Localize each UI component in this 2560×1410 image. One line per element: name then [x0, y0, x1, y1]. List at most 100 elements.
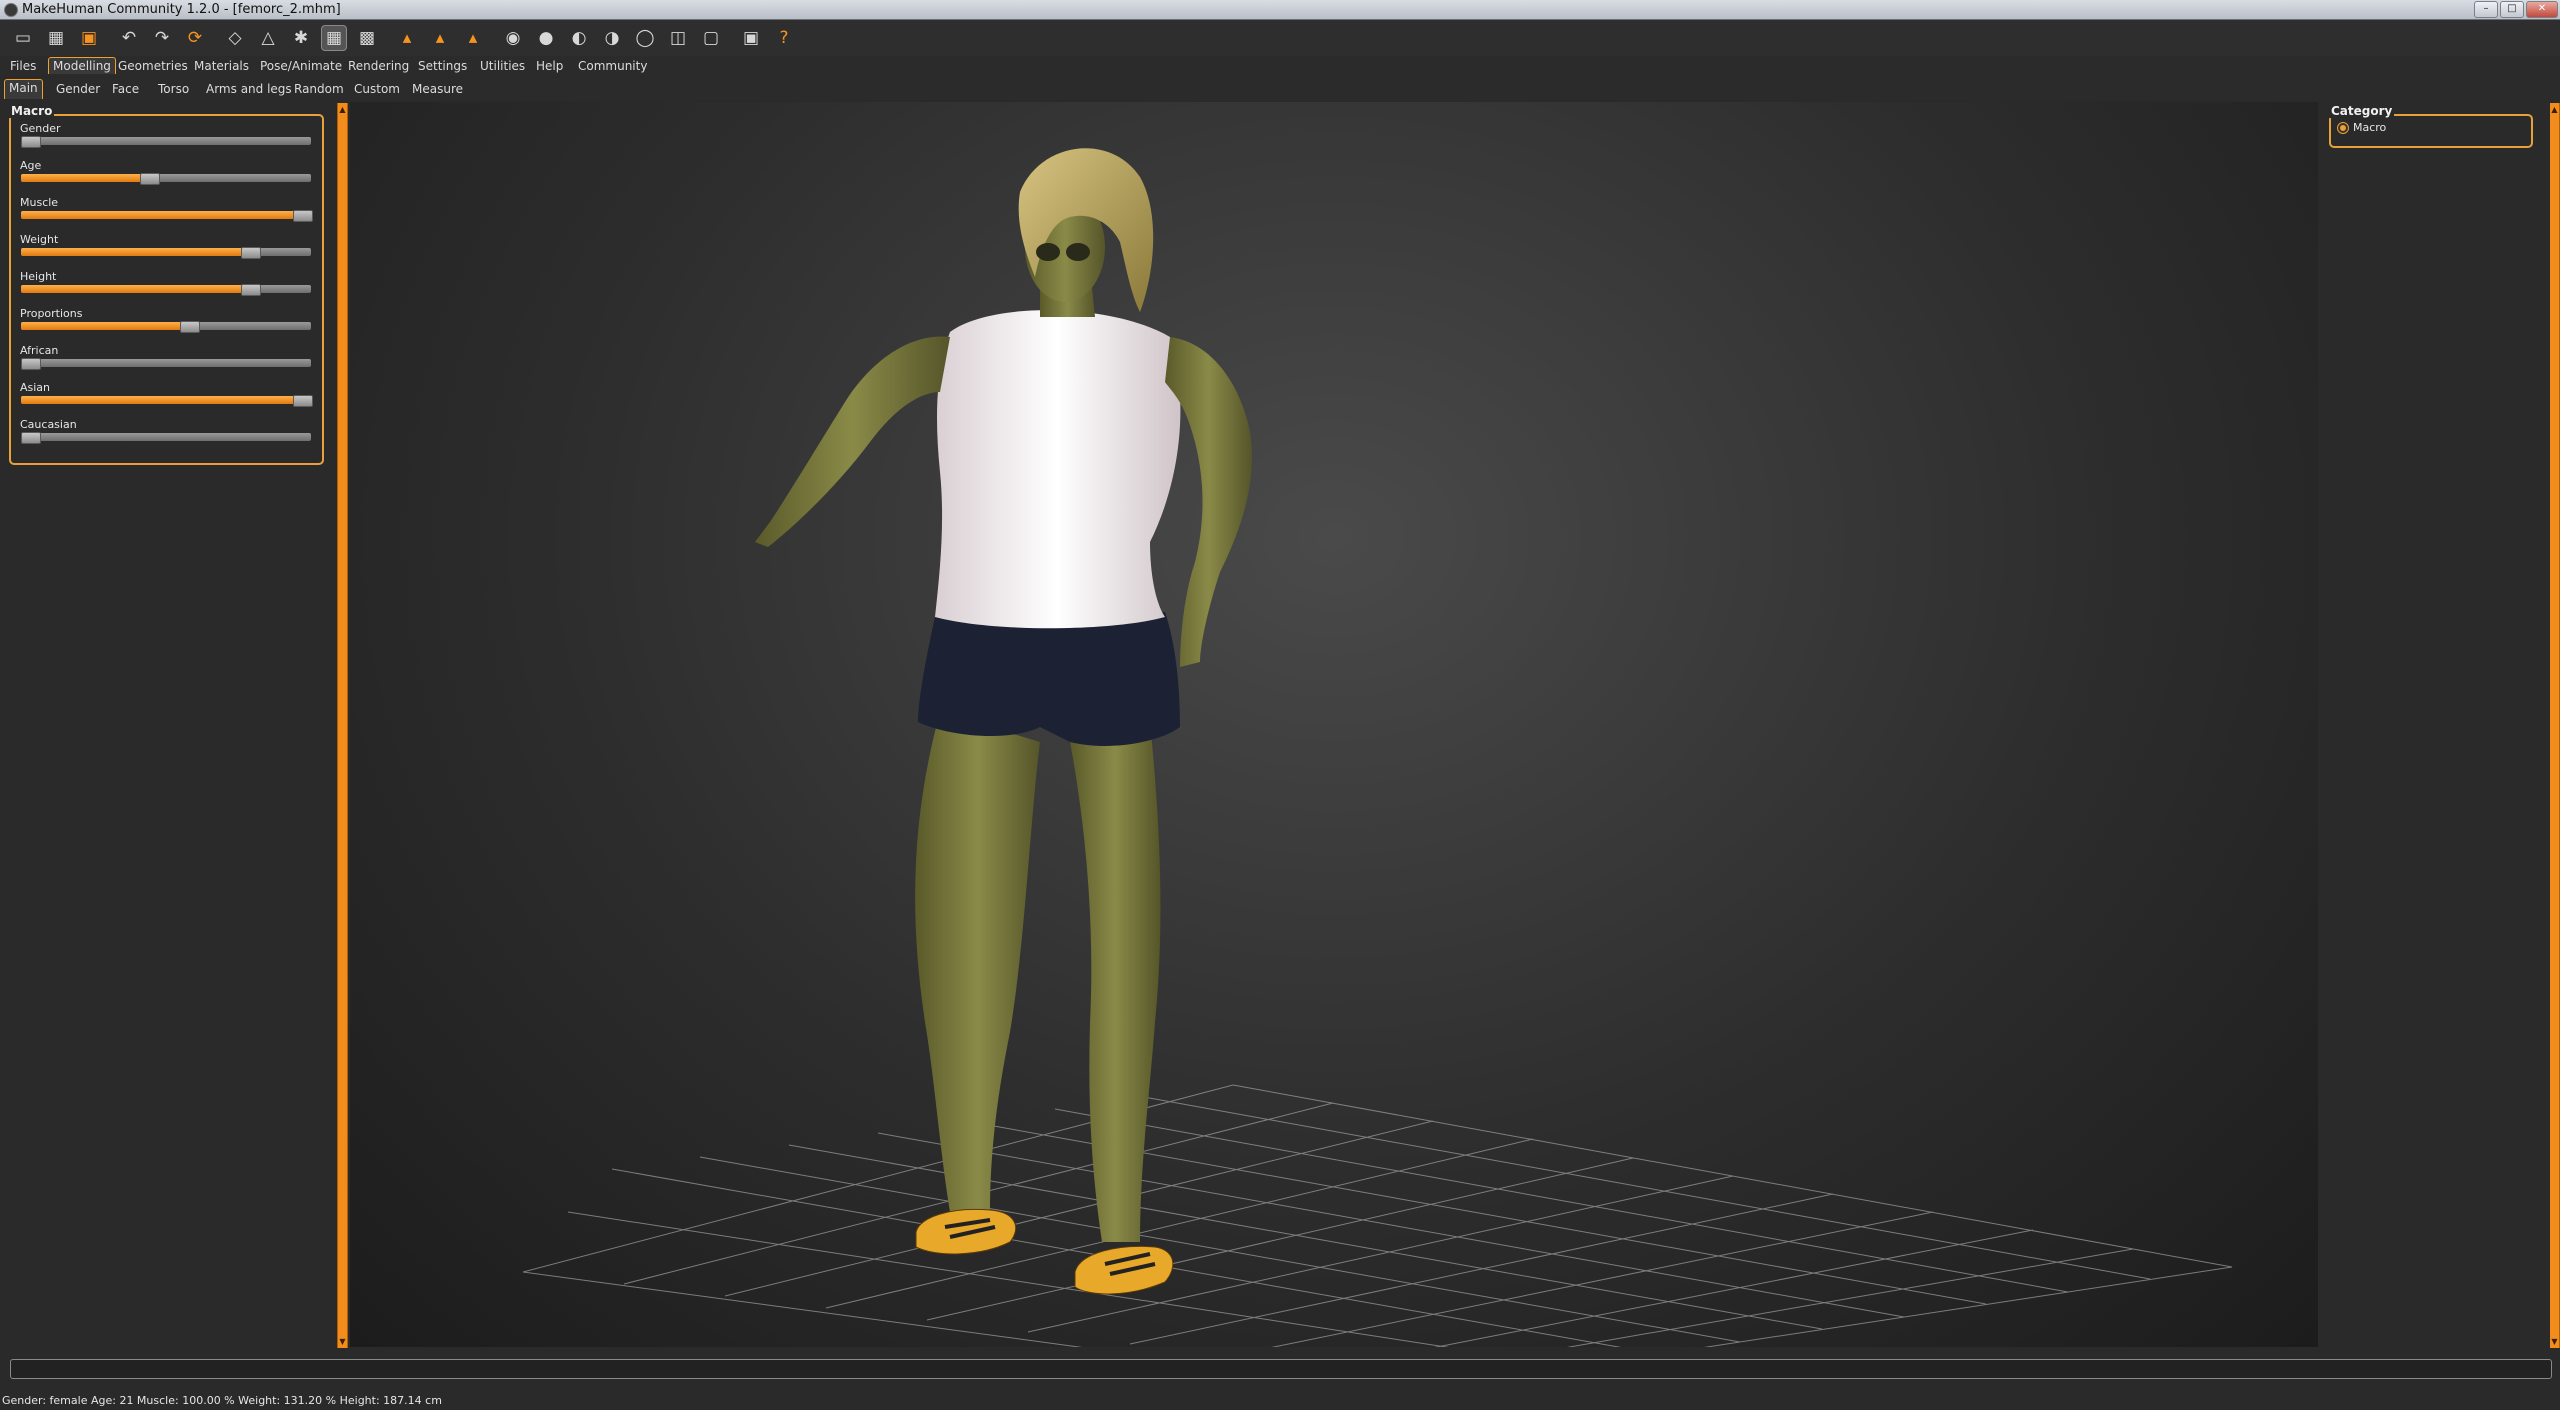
slider-african: African	[19, 344, 312, 380]
macro-group: Macro Gender Age Muscle Weight Height Proport…	[9, 104, 324, 465]
slider-label: Caucasian	[20, 418, 77, 431]
slider-handle[interactable]	[20, 136, 41, 148]
slider-track[interactable]	[20, 432, 311, 444]
slider-label: Muscle	[20, 196, 59, 209]
slider-track[interactable]	[20, 358, 311, 370]
slider-proportions: Proportions	[19, 307, 312, 343]
tab-utilities[interactable]: Utilities	[476, 58, 529, 74]
category-group: Category Macro	[2329, 104, 2533, 148]
slider-label: Weight	[20, 233, 59, 246]
slider-fill	[21, 322, 190, 330]
minimize-icon[interactable]: –	[2474, 1, 2498, 18]
symmetry-icon[interactable]: ▴	[460, 25, 486, 51]
new-icon[interactable]: ▭	[10, 25, 36, 51]
screenshot-icon[interactable]: ▣	[738, 25, 764, 51]
3d-viewport[interactable]	[350, 102, 2318, 1347]
slider-caucasian: Caucasian	[19, 418, 312, 454]
subtab-arms-and-legs[interactable]: Arms and legs	[202, 81, 296, 97]
tab-files[interactable]: Files	[6, 58, 40, 74]
bottom-view-icon[interactable]: ◫	[665, 25, 691, 51]
slider-label: Gender	[20, 122, 61, 135]
slider-handle[interactable]	[241, 247, 262, 259]
tab-rendering[interactable]: Rendering	[344, 58, 413, 74]
subtab-torso[interactable]: Torso	[154, 81, 193, 97]
back-view-icon[interactable]: ●	[533, 25, 559, 51]
tab-geometries[interactable]: Geometries	[114, 58, 192, 74]
title-bar: MakeHuman Community 1.2.0 - [femorc_2.mh…	[0, 0, 2560, 20]
category-radio-macro[interactable]	[2337, 122, 2349, 134]
slider-handle[interactable]	[293, 395, 314, 407]
slider-fill	[21, 396, 311, 404]
slider-label: Height	[20, 270, 57, 283]
slider-track[interactable]	[21, 321, 311, 333]
grid-icon[interactable]: ▦	[321, 25, 347, 51]
slider-fill	[21, 285, 251, 293]
reset-icon[interactable]: ⟳	[182, 25, 208, 51]
top-view-icon[interactable]: ◯	[632, 25, 658, 51]
subtab-random[interactable]: Random	[290, 81, 348, 97]
slider-fill	[21, 211, 311, 219]
scroll-down-icon[interactable]: ▼	[338, 1337, 347, 1346]
help-icon[interactable]: ?	[771, 25, 797, 51]
left-panel: Macro Gender Age Muscle Weight Height Proport…	[0, 100, 330, 1350]
slider-track[interactable]	[21, 395, 314, 407]
scroll-up-icon[interactable]: ▲	[338, 105, 347, 114]
tab-help[interactable]: Help	[532, 58, 567, 74]
subtab-measure[interactable]: Measure	[408, 81, 467, 97]
symmetry-left-icon[interactable]: ▴	[427, 25, 453, 51]
symmetry-right-icon[interactable]: ▴	[394, 25, 420, 51]
slider-handle[interactable]	[180, 321, 201, 333]
slider-handle[interactable]	[20, 432, 41, 444]
export-icon[interactable]: ▣	[76, 25, 102, 51]
slider-handle[interactable]	[139, 173, 160, 185]
slider-asian: Asian	[19, 381, 314, 417]
viewport-scene	[522, 148, 2233, 1347]
slider-label: Proportions	[20, 307, 83, 320]
scroll-down-icon[interactable]: ▼	[2550, 1337, 2559, 1346]
app-icon	[4, 3, 18, 17]
tab-materials[interactable]: Materials	[190, 58, 253, 74]
undo-icon[interactable]: ↶	[116, 25, 142, 51]
smooth-icon[interactable]: ◇	[222, 25, 248, 51]
tab-community[interactable]: Community	[574, 58, 651, 74]
slider-handle[interactable]	[293, 210, 314, 222]
pose-icon[interactable]: ✱	[288, 25, 314, 51]
right-scrollbar[interactable]: ▲ ▼	[2549, 103, 2560, 1348]
reset-camera-icon[interactable]: ▢	[698, 25, 724, 51]
window-title: MakeHuman Community 1.2.0 - [femorc_2.mh…	[22, 2, 341, 17]
slider-track[interactable]	[21, 284, 311, 296]
slider-handle[interactable]	[241, 284, 262, 296]
subtab-custom[interactable]: Custom	[350, 81, 404, 97]
left-view-icon[interactable]: ◐	[566, 25, 592, 51]
wireframe-icon[interactable]: △	[255, 25, 281, 51]
slider-handle[interactable]	[20, 358, 41, 370]
tab-modelling[interactable]: Modelling	[48, 57, 116, 74]
slider-track[interactable]	[20, 136, 311, 148]
slider-label: Asian	[20, 381, 51, 394]
slider-track[interactable]	[21, 247, 311, 259]
right-view-icon[interactable]: ◑	[599, 25, 625, 51]
tab-settings[interactable]: Settings	[414, 58, 471, 74]
radio-selected-dot	[2340, 125, 2346, 131]
scroll-up-icon[interactable]: ▲	[2550, 105, 2559, 114]
category-option-label: Macro	[2353, 121, 2387, 134]
checker-icon[interactable]: ▩	[354, 25, 380, 51]
sub-tabs: Main Gender Face Torso Arms and legs Ran…	[0, 78, 2560, 100]
maximize-icon[interactable]: □	[2500, 1, 2524, 18]
redo-icon[interactable]: ↷	[149, 25, 175, 51]
front-view-icon[interactable]: ◉	[500, 25, 526, 51]
slider-track[interactable]	[21, 173, 311, 185]
save-icon[interactable]: ▦	[43, 25, 69, 51]
subtab-face[interactable]: Face	[108, 81, 143, 97]
floor-grid	[522, 1084, 2233, 1347]
left-scrollbar[interactable]: ▲ ▼	[337, 103, 348, 1348]
macro-group-title: Macro	[9, 104, 55, 118]
subtab-main[interactable]: Main	[4, 79, 43, 99]
toolbar: ▭ ▦ ▣ ↶ ↷ ⟳ ◇ △ ✱ ▦ ▩ ▴ ▴ ▴ ◉ ● ◐ ◑ ◯ ◫ …	[0, 20, 2560, 56]
category-group-title: Category	[2329, 104, 2395, 118]
slider-track[interactable]	[21, 210, 314, 222]
tab-pose-animate[interactable]: Pose/Animate	[256, 58, 346, 74]
close-icon[interactable]: ✕	[2526, 1, 2558, 18]
slider-label: African	[20, 344, 59, 357]
subtab-gender[interactable]: Gender	[52, 81, 104, 97]
